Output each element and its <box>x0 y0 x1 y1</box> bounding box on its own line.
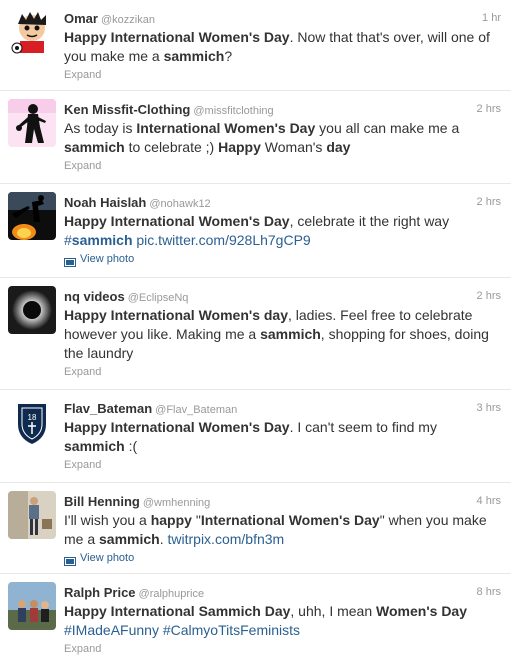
silhouette-woman-avatar[interactable] <box>8 99 56 147</box>
tweet-item[interactable]: Ralph Price @ralphuprice 8 hrs Happy Inte… <box>0 574 511 666</box>
tweet-text-segment: . I can't seem to find my <box>289 419 437 435</box>
tweet-item[interactable]: Noah Haislah @nohawk12 2 hrs Happy Intern… <box>0 184 511 278</box>
highlighted-term: Happy International Sammich Day <box>64 603 291 619</box>
svg-text:18: 18 <box>28 413 37 422</box>
tweet-header: Ralph Price @ralphuprice <box>64 583 501 602</box>
highlighted-term: happy <box>150 512 192 528</box>
tweet-header: Bill Henning @wmhenning <box>64 492 501 511</box>
tweet-text-segment: Woman's <box>260 139 327 155</box>
hashtag-link[interactable]: sammich <box>72 232 133 248</box>
tweet-text: Happy International Women's Day, celebra… <box>64 212 501 250</box>
tweet-item[interactable]: 18 Flav_Bateman @Flav_Bateman 3 hrs Happy… <box>0 390 511 483</box>
photo-icon <box>64 255 76 267</box>
author-name[interactable]: Flav_Bateman <box>64 401 152 416</box>
highlighted-term: Happy International Women's Day <box>64 29 290 45</box>
tweet-text-segment: to celebrate ;) <box>124 139 219 155</box>
tweet-link[interactable]: twitrpix.com/bfn3m <box>168 531 285 547</box>
highlighted-term: sammich <box>163 48 225 64</box>
tweet-timestamp[interactable]: 4 hrs <box>477 492 501 511</box>
author-name[interactable]: nq videos <box>64 289 125 304</box>
eclipse-avatar[interactable] <box>8 286 56 334</box>
tweet-timestamp[interactable]: 2 hrs <box>477 287 501 306</box>
tweet-item[interactable]: nq videos @EclipseNq 2 hrs Happy Internat… <box>0 278 511 390</box>
tweet-text-segment: :( <box>124 438 138 454</box>
expand-link[interactable]: Expand <box>64 157 501 175</box>
author-name[interactable]: Bill Henning <box>64 494 140 509</box>
view-photo-label[interactable]: View photo <box>80 250 134 268</box>
shield-crest-avatar[interactable]: 18 <box>8 398 56 446</box>
man-standing-avatar[interactable] <box>8 491 56 539</box>
tweet-timestamp[interactable]: 8 hrs <box>477 583 501 602</box>
tweet-text: As today is International Women's Day yo… <box>64 119 501 157</box>
tweet-text-segment: As today is <box>64 120 137 136</box>
tweet-header: nq videos @EclipseNq <box>64 287 501 306</box>
highlighted-term: Women's Day <box>376 603 468 619</box>
tweet-link[interactable]: pic.twitter.com/928Lh7gCP9 <box>136 232 310 248</box>
author-handle[interactable]: @kozzikan <box>101 14 155 26</box>
expand-link[interactable]: Expand <box>64 456 501 474</box>
tweet-header: Flav_Bateman @Flav_Bateman <box>64 399 501 418</box>
tweet-text-segment: ? <box>224 48 233 64</box>
tweet-text: Happy International Women's day, ladies.… <box>64 306 501 363</box>
highlighted-term: sammich <box>260 326 321 342</box>
tweet-item[interactable]: Omar @kozzikan 1 hr Happy International W… <box>0 0 511 91</box>
highlighted-term: Happy International Women's Day <box>64 419 290 435</box>
tweet-text: Happy International Sammich Day, uhh, I … <box>64 602 501 640</box>
tweet-text-segment: " <box>191 512 201 528</box>
tweet-text-segment: I'll wish you a <box>64 512 151 528</box>
expand-link[interactable]: Expand <box>64 66 501 84</box>
tweet-text: Happy International Women's Day. I can't… <box>64 418 501 456</box>
hashtag-link[interactable]: #CalmyoTitsFeminists <box>163 622 300 638</box>
author-handle[interactable]: @missfitclothing <box>193 105 273 117</box>
highlighted-term: day <box>326 139 351 155</box>
fire-silhouette-avatar[interactable] <box>8 192 56 240</box>
tweet-timestamp[interactable]: 2 hrs <box>477 100 501 119</box>
tweet-text-segment: you all can make me a <box>315 120 460 136</box>
hashtag-link[interactable]: #IMadeAFunny <box>64 622 159 638</box>
author-name[interactable]: Omar <box>64 11 98 26</box>
highlighted-term: sammich <box>64 438 125 454</box>
tweet-feed: Omar @kozzikan 1 hr Happy International W… <box>0 0 511 666</box>
photo-icon <box>64 554 76 566</box>
tweet-text: I'll wish you a happy "International Wom… <box>64 511 501 549</box>
author-handle[interactable]: @wmhenning <box>143 497 210 509</box>
expand-link[interactable]: Expand <box>64 363 501 381</box>
highlighted-term: Happy International Women's Day <box>64 213 290 229</box>
tweet-header: Ken Missfit-Clothing @missfitclothing <box>64 100 501 119</box>
tweet-item[interactable]: Ken Missfit-Clothing @missfitclothing 2 h… <box>0 91 511 184</box>
tweet-text-segment: , celebrate it the right way <box>289 213 450 229</box>
view-photo-link[interactable]: View photo <box>64 250 501 268</box>
expand-link[interactable]: Expand <box>64 640 501 658</box>
author-handle[interactable]: @ralphuprice <box>139 588 205 600</box>
tweet-timestamp[interactable]: 2 hrs <box>477 193 501 212</box>
highlighted-term: International Women's Day <box>200 512 380 528</box>
tweet-timestamp[interactable]: 1 hr <box>482 9 501 28</box>
highlighted-term: Happy <box>218 139 261 155</box>
author-handle[interactable]: @nohawk12 <box>149 198 210 210</box>
tweet-item[interactable]: Bill Henning @wmhenning 4 hrs I'll wish y… <box>0 483 511 574</box>
highlighted-term: sammich <box>99 531 160 547</box>
tweet-text-segment: , uhh, I mean <box>290 603 377 619</box>
group-photo-avatar[interactable] <box>8 582 56 630</box>
hashtag-link[interactable]: # <box>64 232 72 248</box>
tweet-text: Happy International Women's Day. Now tha… <box>64 28 501 66</box>
tweet-header: Noah Haislah @nohawk12 <box>64 193 501 212</box>
view-photo-link[interactable]: View photo <box>64 549 501 567</box>
highlighted-term: sammich <box>64 139 125 155</box>
highlighted-term: Happy International Women's day <box>64 307 288 323</box>
author-name[interactable]: Noah Haislah <box>64 195 146 210</box>
author-name[interactable]: Ken Missfit-Clothing <box>64 102 190 117</box>
highlighted-term: International Women's Day <box>136 120 316 136</box>
author-name[interactable]: Ralph Price <box>64 585 136 600</box>
author-handle[interactable]: @Flav_Bateman <box>155 404 237 416</box>
view-photo-label[interactable]: View photo <box>80 549 134 567</box>
tweet-timestamp[interactable]: 3 hrs <box>477 399 501 418</box>
tweet-text-segment: . <box>159 531 168 547</box>
tweet-header: Omar @kozzikan <box>64 9 501 28</box>
cartoon-boy-avatar[interactable] <box>8 8 56 56</box>
author-handle[interactable]: @EclipseNq <box>128 292 189 304</box>
